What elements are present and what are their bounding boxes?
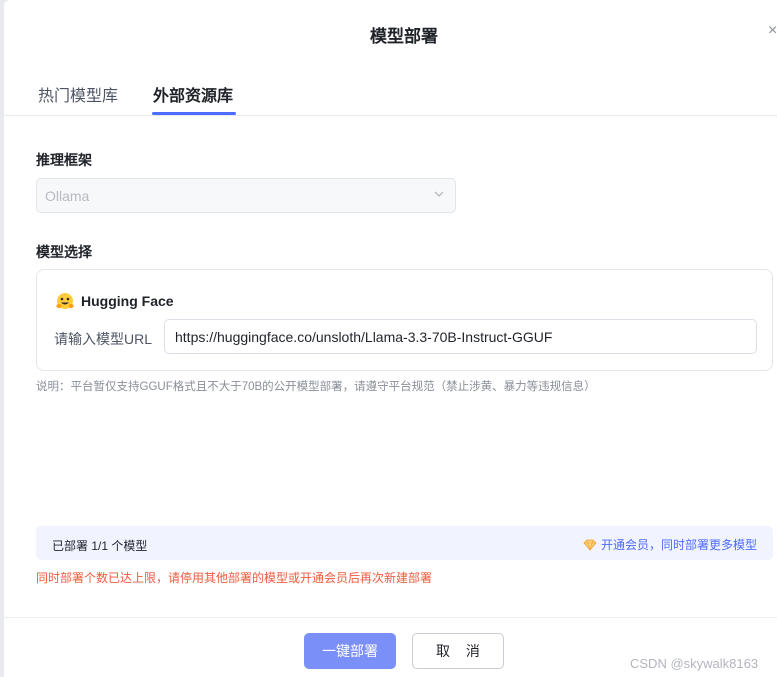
- tab-popular-models[interactable]: 热门模型库: [38, 82, 118, 106]
- hugging-face-title: Hugging Face: [81, 293, 174, 309]
- open-vip-link[interactable]: 开通会员，同时部署更多模型: [583, 536, 757, 553]
- one-click-deploy-button[interactable]: 一键部署: [304, 633, 396, 669]
- cancel-button[interactable]: 取 消: [412, 633, 504, 669]
- deploy-count-text: 已部署 1/1 个模型: [52, 539, 148, 553]
- tab-external-resources[interactable]: 外部资源库: [153, 82, 233, 106]
- model-url-label: 请输入模型URL: [54, 331, 153, 347]
- hugging-face-card: Hugging Face 请输入模型URL: [36, 269, 773, 371]
- model-url-input[interactable]: [164, 319, 757, 354]
- model-select-label: 模型选择: [36, 244, 92, 260]
- diamond-icon: [583, 539, 597, 551]
- framework-select-value: Ollama: [45, 188, 90, 204]
- footer-divider: [4, 617, 777, 618]
- csdn-watermark: CSDN @skywalk8163: [630, 656, 759, 671]
- framework-label: 推理框架: [36, 152, 92, 168]
- open-vip-link-label: 开通会员，同时部署更多模型: [600, 538, 757, 552]
- hugging-face-emoji-icon: [56, 293, 74, 309]
- deploy-limit-warning: 同时部署个数已达上限，请停用其他部署的模型或开通会员后再次新建部署: [36, 571, 433, 585]
- framework-select[interactable]: Ollama: [36, 178, 456, 213]
- usage-note: 说明：平台暂仅支持GGUF格式且不大于70B的公开模型部署，请遵守平台规范（禁止…: [36, 381, 596, 393]
- deploy-model-dialog: 模型部署 × 热门模型库 外部资源库 推理框架 Ollama 模型选择 Hugg…: [4, 0, 777, 677]
- deploy-quota-bar: 已部署 1/1 个模型 开通会员，同时部署更多模型: [36, 526, 773, 560]
- dialog-title: 模型部署: [370, 27, 438, 46]
- chevron-down-icon: [434, 191, 444, 197]
- close-icon[interactable]: ×: [768, 22, 777, 40]
- active-tab-indicator: [152, 112, 236, 115]
- tab-bar: 热门模型库 外部资源库: [4, 78, 777, 116]
